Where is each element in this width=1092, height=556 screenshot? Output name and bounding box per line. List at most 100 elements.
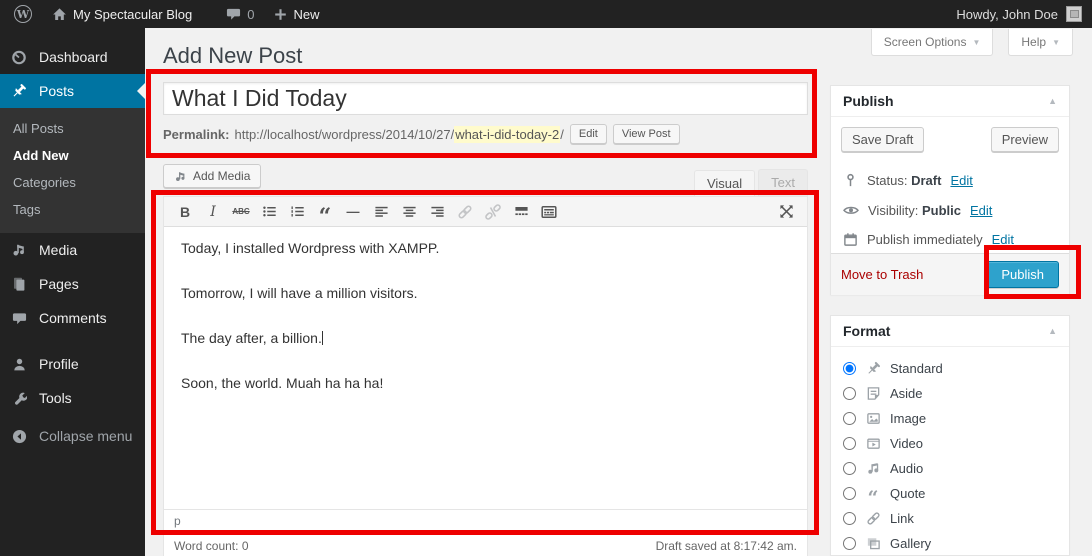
comment-bubble-icon [9, 311, 29, 326]
schedule-row: Publish immediately Edit [841, 225, 1059, 254]
chevron-down-icon: ▼ [1052, 38, 1060, 47]
sidebar-item-tools[interactable]: Tools [0, 381, 145, 415]
view-post-button[interactable]: View Post [613, 124, 680, 144]
right-sidebar: Publish ▲ Save Draft Preview Status: Dra… [830, 85, 1070, 556]
more-tag-button[interactable] [508, 200, 534, 224]
sidebar-item-label: Comments [39, 310, 107, 326]
format-option-label: Aside [890, 386, 923, 401]
align-right-icon [430, 204, 445, 219]
autosave-message: Draft saved at 8:17:42 am. [656, 539, 797, 553]
sidebar-item-all-posts[interactable]: All Posts [0, 115, 145, 142]
sidebar-item-dashboard[interactable]: Dashboard [0, 40, 145, 74]
format-option-quote[interactable]: “ Quote [843, 481, 1057, 506]
comment-count-badge: 0 [247, 7, 254, 22]
format-radio[interactable] [843, 412, 856, 425]
sidebar-item-categories[interactable]: Categories [0, 169, 145, 196]
format-radio[interactable] [843, 537, 856, 550]
format-option-standard[interactable]: Standard [843, 356, 1057, 381]
gallery-icon [864, 536, 882, 551]
edit-status-link[interactable]: Edit [950, 173, 972, 188]
title-section: Permalink: http://localhost/wordpress/20… [163, 82, 808, 144]
sidebar-item-collapse-menu[interactable]: Collapse menu [0, 419, 145, 453]
italic-button[interactable]: I [200, 200, 226, 224]
format-radio[interactable] [843, 512, 856, 525]
sidebar-item-pages[interactable]: Pages [0, 267, 145, 301]
avatar[interactable] [1066, 6, 1082, 22]
align-center-button[interactable] [396, 200, 422, 224]
blockquote-button[interactable]: “ [312, 200, 338, 224]
format-radio[interactable] [843, 437, 856, 450]
audio-icon [864, 461, 882, 476]
distraction-free-button[interactable] [773, 200, 799, 224]
main-content: Screen Options ▼ Help ▼ Add New Post Per… [145, 28, 1092, 556]
dashboard-gauge-icon [9, 49, 29, 65]
sidebar-item-label: Collapse menu [39, 428, 132, 444]
toolbar-toggle-button[interactable] [536, 200, 562, 224]
publish-box-header[interactable]: Publish ▲ [831, 86, 1069, 117]
howdy-account-label[interactable]: Howdy, John Doe [956, 7, 1058, 22]
format-option-video[interactable]: Video [843, 431, 1057, 456]
screen-options-label: Screen Options [884, 35, 967, 49]
strikethrough-button[interactable]: ABC [228, 200, 254, 224]
sidebar-item-label: Pages [39, 276, 79, 292]
edit-visibility-link[interactable]: Edit [970, 203, 992, 218]
format-option-image[interactable]: Image [843, 406, 1057, 431]
bold-button[interactable]: B [172, 200, 198, 224]
comments-menu-item[interactable]: 0 [216, 0, 264, 28]
edit-schedule-link[interactable]: Edit [992, 232, 1014, 247]
format-box-header[interactable]: Format ▲ [831, 316, 1069, 347]
permalink-row: Permalink: http://localhost/wordpress/20… [163, 124, 808, 144]
sidebar-item-tags[interactable]: Tags [0, 196, 145, 223]
format-radio[interactable] [843, 487, 856, 500]
format-option-audio[interactable]: Audio [843, 456, 1057, 481]
new-content-menu-item[interactable]: New [264, 0, 329, 28]
move-to-trash-link[interactable]: Move to Trash [841, 267, 923, 282]
editor-paragraph: Soon, the world. Muah ha ha ha! [181, 375, 790, 391]
collapse-triangle-icon[interactable]: ▲ [1048, 326, 1057, 336]
help-label: Help [1021, 35, 1046, 49]
sidebar-item-add-new[interactable]: Add New [0, 142, 145, 169]
wordpress-menu-item[interactable]: W [0, 0, 42, 28]
save-draft-button[interactable]: Save Draft [841, 127, 924, 152]
editor-toolbar: B I ABC “ — [164, 197, 807, 227]
status-value: Draft [911, 173, 941, 188]
sidebar-item-media[interactable]: Media [0, 233, 145, 267]
editor-content-area[interactable]: Today, I installed Wordpress with XAMPP.… [164, 227, 807, 509]
format-option-gallery[interactable]: Gallery [843, 531, 1057, 556]
edit-permalink-button[interactable]: Edit [570, 124, 607, 144]
format-option-label: Audio [890, 461, 923, 476]
align-left-button[interactable] [368, 200, 394, 224]
format-option-label: Gallery [890, 536, 931, 551]
tab-text[interactable]: Text [758, 169, 808, 197]
sidebar-item-comments[interactable]: Comments [0, 301, 145, 335]
format-option-link[interactable]: Link [843, 506, 1057, 531]
align-center-icon [402, 204, 417, 219]
screen-options-tab[interactable]: Screen Options ▼ [871, 29, 994, 56]
visibility-text: Visibility: Public [868, 203, 961, 218]
tab-visual[interactable]: Visual [694, 170, 755, 198]
format-radio[interactable] [843, 387, 856, 400]
pushpin-icon [864, 361, 882, 376]
numbered-list-button[interactable] [284, 200, 310, 224]
align-right-button[interactable] [424, 200, 450, 224]
preview-button[interactable]: Preview [991, 127, 1059, 152]
insert-link-button[interactable] [452, 200, 478, 224]
format-option-aside[interactable]: Aside [843, 381, 1057, 406]
element-path-indicator[interactable]: p [174, 514, 181, 528]
format-radio[interactable] [843, 362, 856, 375]
horizontal-rule-button[interactable]: — [340, 200, 366, 224]
post-title-input[interactable] [163, 82, 808, 115]
site-name-menu-item[interactable]: My Spectacular Blog [42, 0, 202, 28]
new-label: New [293, 7, 319, 22]
permalink-base-url: http://localhost/wordpress/2014/10/27/ [234, 127, 454, 142]
post-editor: B I ABC “ — [163, 196, 808, 532]
format-radio[interactable] [843, 462, 856, 475]
sidebar-item-posts[interactable]: Posts [0, 74, 145, 108]
collapse-triangle-icon[interactable]: ▲ [1048, 96, 1057, 106]
sidebar-item-profile[interactable]: Profile [0, 347, 145, 381]
remove-link-button[interactable] [480, 200, 506, 224]
bulleted-list-button[interactable] [256, 200, 282, 224]
publish-button[interactable]: Publish [986, 261, 1059, 288]
sidebar-item-label: Media [39, 242, 77, 258]
help-tab[interactable]: Help ▼ [1008, 29, 1073, 56]
